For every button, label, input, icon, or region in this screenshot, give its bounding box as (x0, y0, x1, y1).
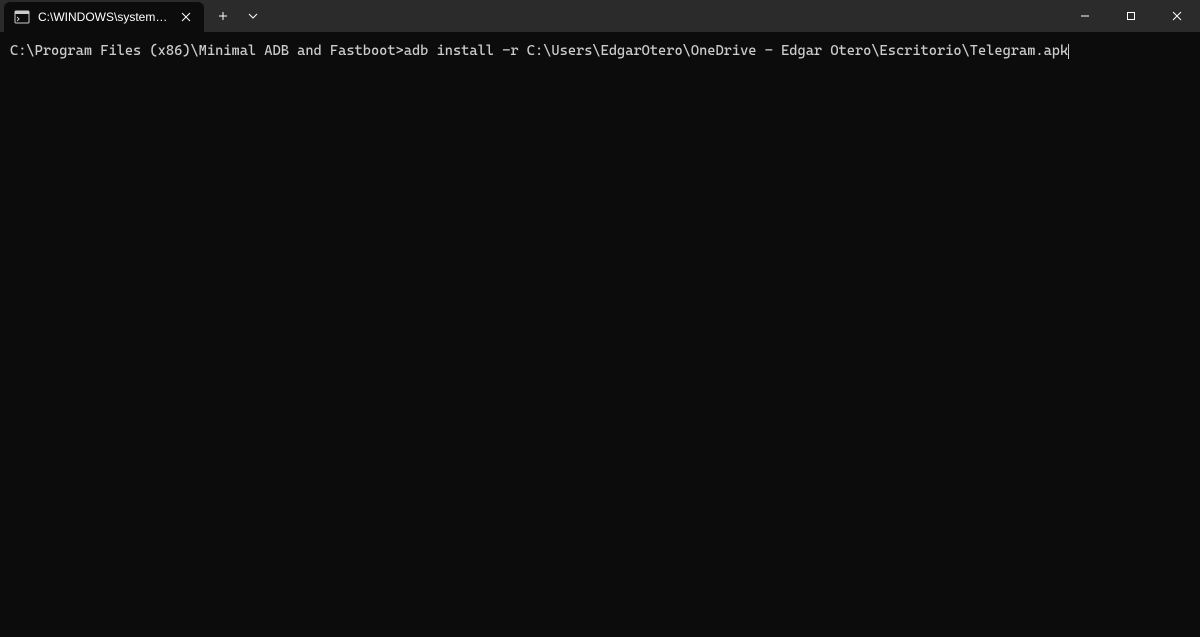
tab-dropdown-button[interactable] (238, 0, 268, 32)
terminal-content[interactable]: C:\Program Files (x86)\Minimal ADB and F… (0, 32, 1200, 70)
command-text: adb install -r C:\Users\EdgarOtero\OneDr… (404, 43, 1068, 59)
tab-close-button[interactable] (178, 9, 194, 25)
text-cursor (1068, 44, 1069, 59)
close-window-button[interactable] (1154, 0, 1200, 32)
prompt-text: C:\Program Files (x86)\Minimal ADB and F… (10, 43, 404, 59)
titlebar: C:\WINDOWS\system32\cmd. (0, 0, 1200, 32)
titlebar-spacer[interactable] (268, 0, 1062, 32)
minimize-button[interactable] (1062, 0, 1108, 32)
tab-title: C:\WINDOWS\system32\cmd. (38, 10, 170, 24)
new-tab-button[interactable] (208, 0, 238, 32)
maximize-button[interactable] (1108, 0, 1154, 32)
cmd-icon (14, 9, 30, 25)
window-controls (1062, 0, 1200, 32)
tab-cmd[interactable]: C:\WINDOWS\system32\cmd. (4, 2, 204, 32)
